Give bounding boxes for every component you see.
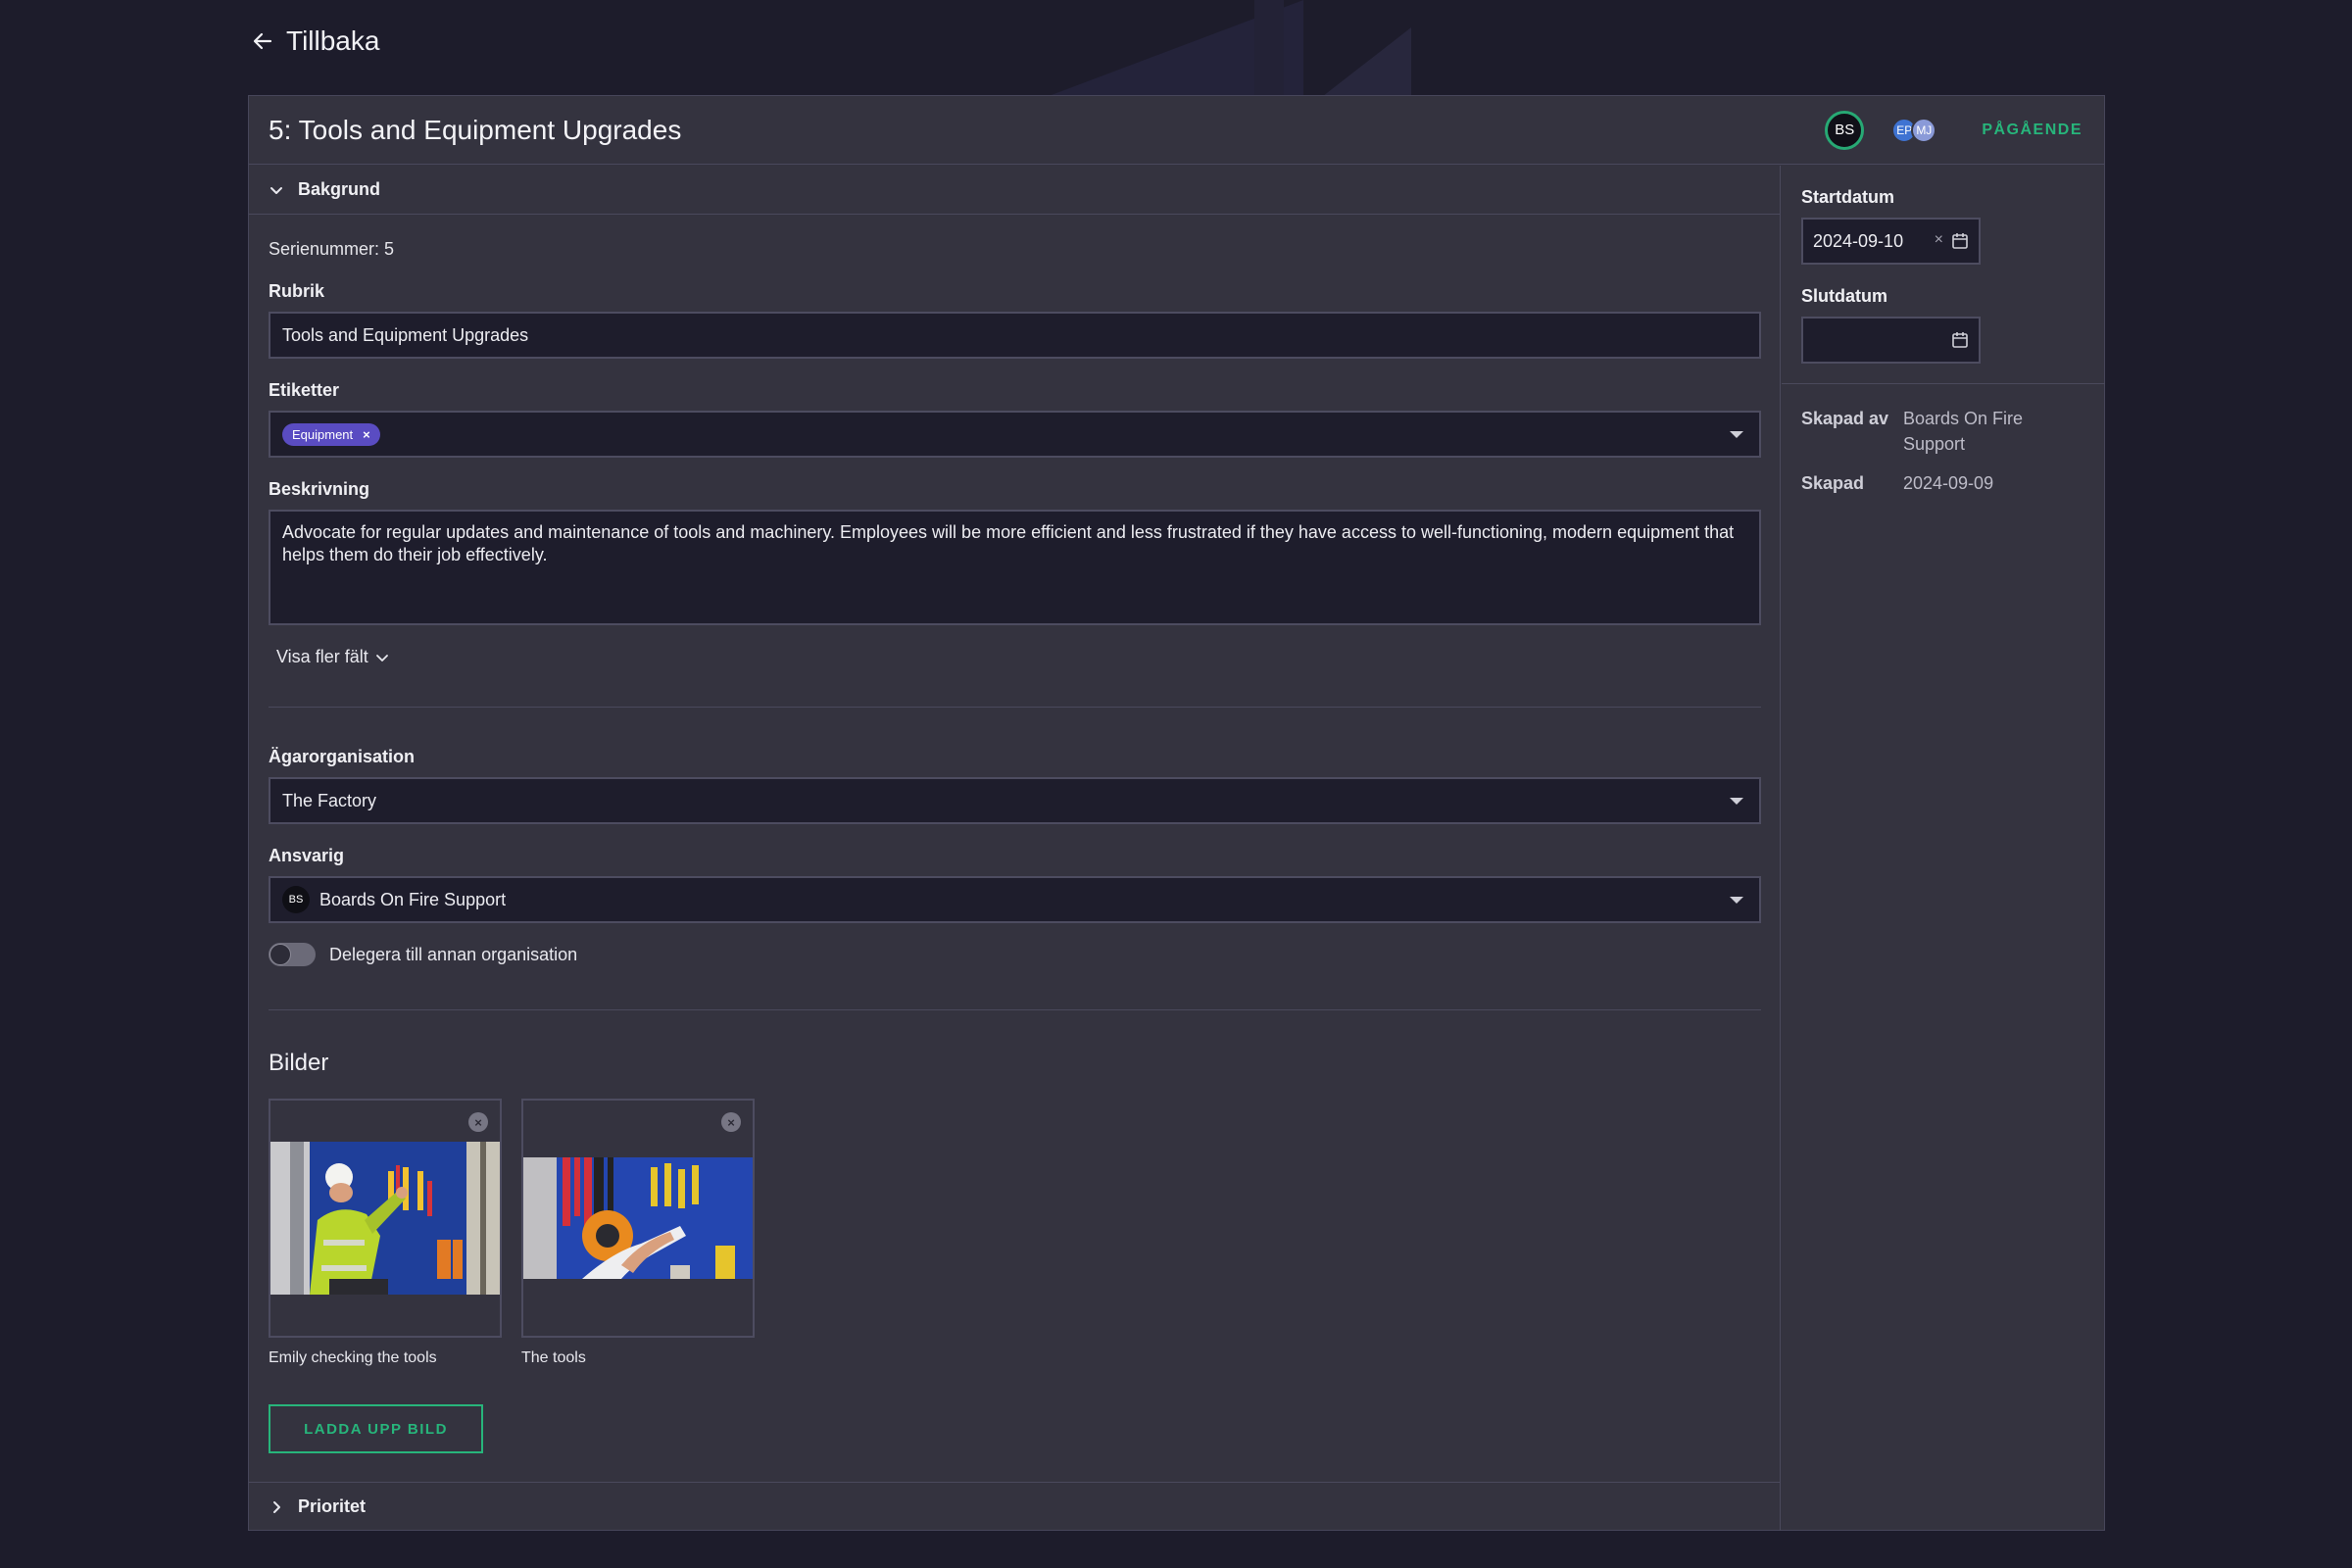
end-date-input[interactable]: [1801, 317, 1981, 364]
start-date-label: Startdatum: [1801, 187, 1895, 207]
rubrik-input[interactable]: Tools and Equipment Upgrades: [269, 312, 1761, 359]
back-label: Tillbaka: [286, 25, 380, 56]
chevron-down-icon: [375, 654, 388, 662]
remove-image-icon[interactable]: ×: [721, 1112, 741, 1132]
show-more-label: Visa fler fält: [276, 647, 368, 666]
dropdown-caret-icon[interactable]: [1730, 431, 1743, 438]
images-heading: Bilder: [269, 1050, 329, 1076]
ansvarig-value: Boards On Fire Support: [319, 889, 507, 909]
main-panel: Bakgrund Serienummer: 5 Rubrik Tools and…: [249, 166, 1781, 1531]
dropdown-caret-icon: [1730, 897, 1743, 904]
start-date-value: 2024-09-10: [1813, 230, 1904, 251]
card-header: 5: Tools and Equipment Upgrades BS EP MJ…: [249, 96, 2104, 165]
arrow-left-icon: [251, 29, 274, 53]
side-panel: Startdatum 2024-09-10 × Slutdatum Skapad…: [1782, 166, 2105, 1531]
section-title: Bakgrund: [298, 179, 381, 199]
page-title: 5: Tools and Equipment Upgrades: [269, 114, 682, 145]
photo-worker-tools: [270, 1142, 500, 1295]
remove-image-icon[interactable]: ×: [468, 1112, 488, 1132]
image-caption: The tools: [521, 1349, 586, 1366]
owner-avatar[interactable]: BS: [1825, 110, 1865, 150]
chevron-right-icon: [273, 1500, 280, 1513]
remove-tag-icon[interactable]: ×: [363, 427, 370, 442]
dropdown-caret-icon: [1730, 798, 1743, 805]
etiketter-select[interactable]: Equipment ×: [269, 411, 1761, 458]
photo-tools-wall: [523, 1157, 753, 1279]
beskrivning-label: Beskrivning: [269, 479, 370, 499]
divider: [269, 707, 1761, 708]
divider: [269, 1009, 1761, 1010]
created-value: 2024-09-09: [1903, 473, 1994, 493]
calendar-icon[interactable]: [1951, 232, 1969, 250]
image-thumbnail[interactable]: ×: [269, 1099, 502, 1338]
created-label: Skapad: [1801, 473, 1865, 493]
ansvarig-avatar: BS: [282, 886, 310, 913]
item-card: 5: Tools and Equipment Upgrades BS EP MJ…: [248, 95, 2105, 1531]
tag-chip: Equipment ×: [282, 422, 380, 446]
background-decoration: [1029, 0, 1421, 96]
created-by-value: Boards On Fire Support: [1903, 409, 2024, 454]
created-by-label: Skapad av: [1801, 409, 1889, 428]
delegate-toggle[interactable]: [269, 943, 316, 966]
end-date-label: Slutdatum: [1801, 286, 1887, 306]
members-avatar-group[interactable]: EP MJ: [1891, 117, 1937, 143]
serial-number: Serienummer: 5: [269, 239, 395, 259]
show-more-fields-button[interactable]: Visa fler fält: [276, 647, 404, 667]
upload-image-button[interactable]: LADDA UPP BILD: [269, 1404, 483, 1453]
ansvarig-label: Ansvarig: [269, 846, 345, 865]
meta-info: Skapad av Boards On Fire Support Skapad …: [1782, 384, 2105, 517]
section-bakgrund-toggle[interactable]: Bakgrund: [249, 166, 1780, 215]
section-prioritet-toggle[interactable]: Prioritet: [249, 1482, 1780, 1531]
image-card: × Emily checking the tools: [269, 1099, 502, 1367]
member-avatar: MJ: [1911, 117, 1937, 143]
delegate-label: Delegera till annan organisation: [329, 944, 578, 964]
beskrivning-textarea[interactable]: Advocate for regular updates and mainten…: [269, 510, 1761, 625]
image-thumbnail[interactable]: ×: [521, 1099, 755, 1338]
agarorg-value: The Factory: [282, 790, 377, 810]
calendar-icon[interactable]: [1951, 331, 1969, 349]
image-caption: Emily checking the tools: [269, 1349, 437, 1366]
back-link[interactable]: Tillbaka: [251, 25, 379, 57]
agarorg-select[interactable]: The Factory: [269, 777, 1761, 824]
tag-label: Equipment: [292, 426, 354, 442]
chevron-down-icon: [270, 186, 282, 194]
image-card: × The tools: [521, 1099, 755, 1367]
section-title: Prioritet: [298, 1496, 367, 1516]
clear-icon[interactable]: ×: [1935, 231, 1943, 249]
rubrik-label: Rubrik: [269, 281, 325, 301]
etiketter-label: Etiketter: [269, 380, 340, 400]
rubrik-value: Tools and Equipment Upgrades: [282, 324, 529, 345]
ansvarig-select[interactable]: BS Boards On Fire Support: [269, 876, 1761, 923]
start-date-input[interactable]: 2024-09-10 ×: [1801, 218, 1981, 265]
agarorg-label: Ägarorganisation: [269, 747, 416, 766]
status-badge[interactable]: PÅGÅENDE: [1982, 122, 2082, 139]
